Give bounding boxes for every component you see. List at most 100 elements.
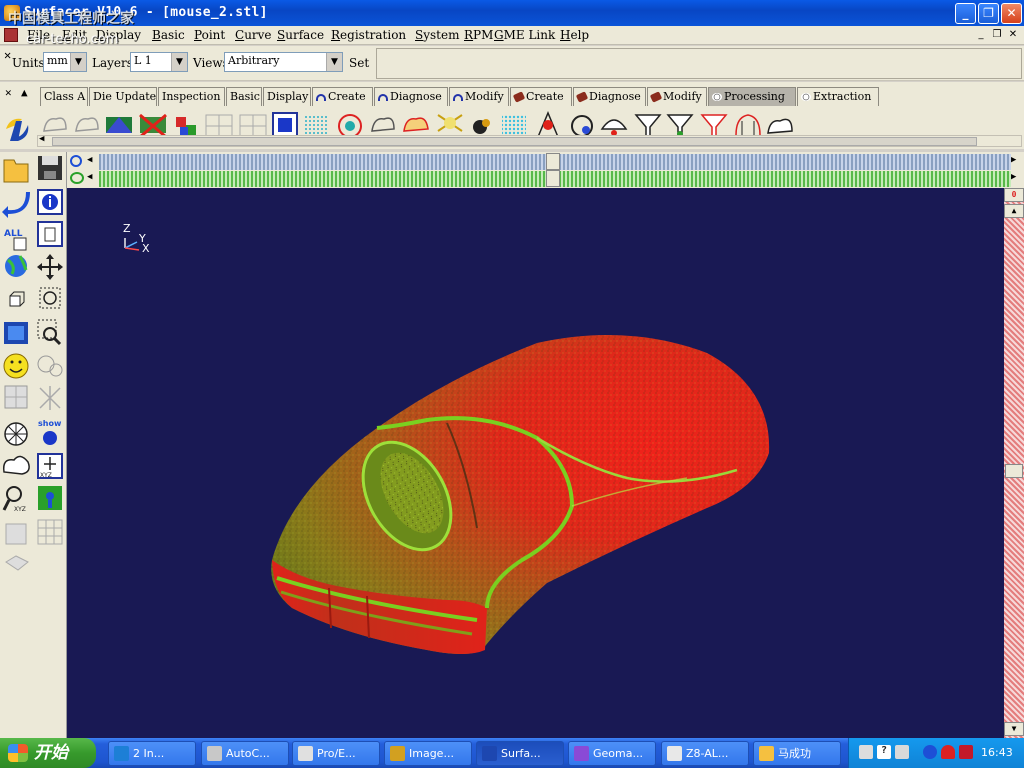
cloud-funnel-icon[interactable]: [634, 114, 662, 138]
xyz-query-icon[interactable]: XYZ: [2, 486, 26, 513]
cloud-red-icon[interactable]: [403, 117, 429, 132]
tabs-close-icon[interactable]: ✕: [5, 86, 12, 99]
cloud-circle-icon[interactable]: [571, 115, 593, 137]
fit-window-icon[interactable]: [4, 322, 28, 344]
open-folder-icon[interactable]: [3, 159, 29, 183]
document-icon[interactable]: [4, 28, 18, 42]
delete-all-icon[interactable]: ALL: [4, 229, 27, 251]
menu-help[interactable]: Help: [560, 28, 589, 42]
tab-diagnose[interactable]: Diagnose: [573, 87, 646, 106]
set-button[interactable]: Set: [349, 56, 369, 70]
cloud-arrow-icon[interactable]: [735, 114, 761, 136]
dot-grid-icon[interactable]: [304, 115, 328, 137]
tab-modify[interactable]: Modify: [449, 87, 509, 106]
taskbar-item[interactable]: 马成功: [753, 741, 841, 766]
menu-point[interactable]: Point: [194, 28, 225, 42]
tab-class-a[interactable]: Class A: [40, 87, 88, 106]
slider-knob-1[interactable]: [546, 153, 560, 170]
menu-gme-link[interactable]: GME Link: [494, 28, 555, 42]
tab-inspection[interactable]: Inspection: [158, 87, 225, 106]
move-icon[interactable]: [37, 254, 63, 280]
chevron-down-icon[interactable]: ▼: [326, 53, 342, 71]
grid-gray-icon[interactable]: [37, 519, 63, 545]
mdi-restore-button[interactable]: ❐: [990, 29, 1004, 42]
undo-icon[interactable]: [2, 192, 30, 218]
scroll-left-icon[interactable]: ◀: [39, 134, 44, 144]
cloud-group-icon[interactable]: [767, 118, 793, 134]
bug-icon[interactable]: [473, 119, 490, 134]
picture-icon[interactable]: [38, 486, 62, 510]
taskbar-item[interactable]: Image...: [384, 741, 472, 766]
taskbar-item[interactable]: Z8-AL...: [661, 741, 749, 766]
keyboard-icon[interactable]: [859, 745, 873, 759]
chevron-down-icon[interactable]: ▼: [171, 53, 187, 71]
mdi-close-button[interactable]: ✕: [1006, 29, 1020, 42]
start-button[interactable]: 开始: [0, 738, 96, 768]
menu-registration[interactable]: Registration: [331, 28, 406, 42]
volume-icon[interactable]: [895, 745, 909, 759]
chevron-down-icon[interactable]: ▼: [70, 53, 86, 71]
dot-grid-cyan-icon[interactable]: [502, 115, 526, 137]
close-button[interactable]: ✕: [1001, 3, 1022, 24]
layer-gray-icon[interactable]: [5, 555, 29, 571]
mouse-model[interactable]: Z Y X: [67, 188, 1004, 738]
toolbar-close-icon[interactable]: ✕: [4, 48, 11, 62]
tabs-up-icon[interactable]: ▲: [21, 86, 28, 99]
shield-icon[interactable]: [941, 745, 955, 759]
cube-icon[interactable]: [9, 291, 25, 307]
restore-button[interactable]: ❐: [978, 3, 999, 24]
viewport-3d[interactable]: Z Y X: [67, 188, 1004, 738]
zero-button[interactable]: 0: [1004, 188, 1024, 202]
layers-select[interactable]: L 1 ▼: [130, 52, 188, 72]
cloud-funnel2-icon[interactable]: [666, 114, 694, 138]
smiley-gray-icon[interactable]: [37, 355, 63, 377]
aperture-icon[interactable]: [4, 422, 28, 446]
cloud-umbrella-icon[interactable]: [600, 119, 628, 136]
point-array-icon[interactable]: [272, 112, 298, 138]
cloud-display-icon[interactable]: [2, 455, 30, 475]
slider-knob-2[interactable]: [546, 170, 560, 187]
views-select[interactable]: Arbitrary ▼: [224, 52, 343, 72]
cloud-yellow-icon[interactable]: [437, 114, 463, 132]
scroll-right-icon[interactable]: ▶: [1011, 172, 1016, 182]
cloud-delete-icon[interactable]: [139, 113, 167, 139]
globe-icon[interactable]: [5, 255, 28, 277]
tab-basic[interactable]: Basic: [226, 87, 262, 106]
mesh-shade-icon[interactable]: [4, 385, 28, 409]
scroll-left-icon[interactable]: ◀: [87, 172, 92, 182]
tab-create[interactable]: Create: [312, 87, 373, 106]
antivirus-icon[interactable]: [959, 745, 973, 759]
toolbar-scrollbar[interactable]: ◀: [37, 134, 1022, 147]
xyz-axis-icon[interactable]: XYZ: [37, 453, 63, 479]
scroll-right-icon[interactable]: ▶: [1011, 155, 1016, 165]
arrow-left-icon[interactable]: [923, 745, 937, 759]
scroll-left-icon[interactable]: ◀: [87, 155, 92, 165]
mdi-minimize-button[interactable]: _: [974, 29, 988, 42]
points-grid-icon[interactable]: [205, 114, 233, 138]
taskbar-item[interactable]: 2 In...: [108, 741, 196, 766]
menu-system[interactable]: System: [415, 28, 459, 42]
surface-gray-icon[interactable]: [5, 523, 27, 545]
minimize-button[interactable]: _: [955, 3, 976, 24]
save-icon[interactable]: [38, 156, 62, 180]
scroll-up-icon[interactable]: ▲: [1004, 204, 1024, 218]
cloud-thin-icon[interactable]: [75, 117, 99, 132]
taskbar-item[interactable]: Geoma...: [568, 741, 656, 766]
taskbar-item[interactable]: Surfa...: [476, 741, 564, 766]
show-icon[interactable]: show: [38, 419, 62, 445]
tab-extraction[interactable]: Extraction: [797, 87, 879, 106]
tab-die-update[interactable]: Die Update: [89, 87, 157, 106]
help-icon[interactable]: ?: [877, 745, 891, 759]
trash-icon[interactable]: [37, 221, 63, 247]
cloud-outline-icon[interactable]: [371, 117, 395, 132]
taskbar-item[interactable]: Pro/E...: [292, 741, 380, 766]
menu-curve[interactable]: Curve: [235, 28, 272, 42]
tab-modify[interactable]: Modify: [647, 87, 707, 106]
scroll-thumb[interactable]: [52, 137, 977, 146]
scroll-down-icon[interactable]: ▼: [1004, 722, 1024, 736]
cloud-sphere-icon[interactable]: [338, 114, 362, 138]
points-grid2-icon[interactable]: [239, 114, 267, 138]
circle-icon[interactable]: [70, 155, 82, 167]
menu-rpm[interactable]: RPM: [464, 28, 493, 42]
cloud-color-map-icon[interactable]: [106, 117, 132, 133]
